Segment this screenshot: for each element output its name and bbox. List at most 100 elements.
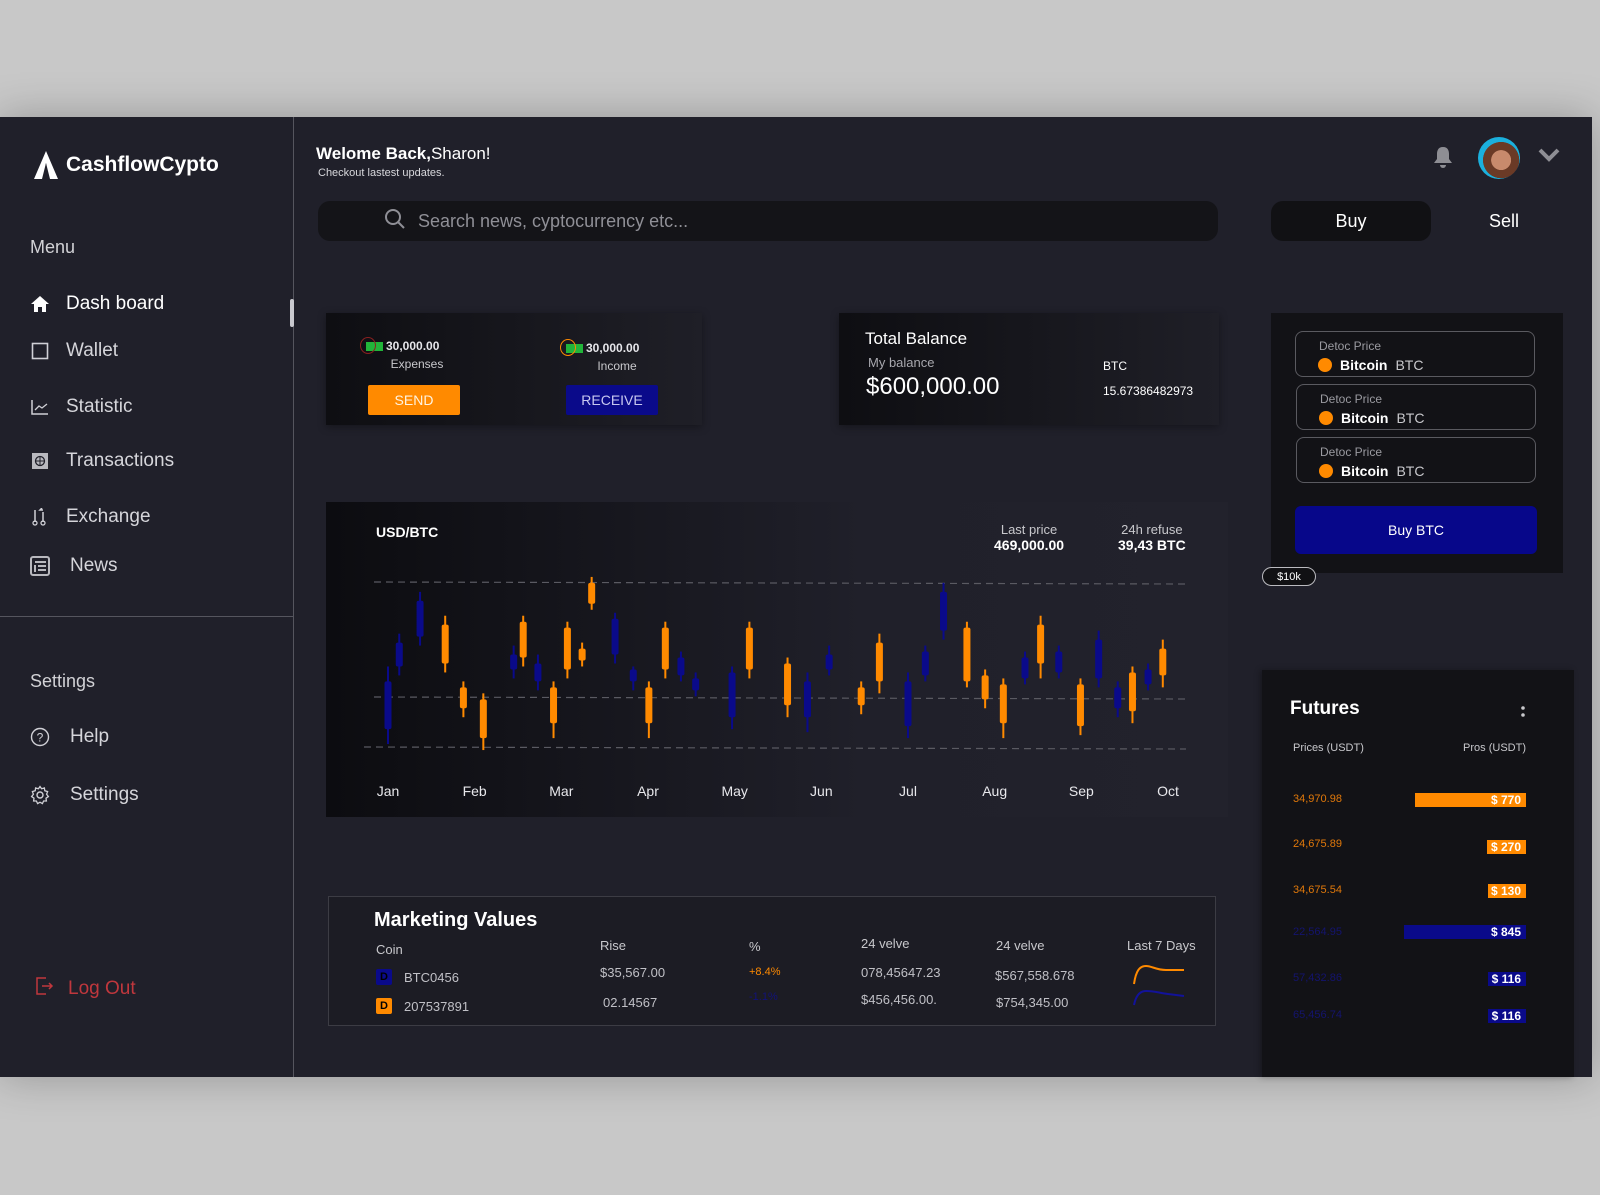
futures-pros-bar: $ 130: [1488, 884, 1526, 898]
sidebar-item-dashboard[interactable]: Dash board: [30, 293, 164, 315]
candle: [661, 621, 669, 679]
chevron-down-icon[interactable]: [1538, 147, 1560, 168]
candle-body: [1114, 687, 1122, 709]
sidebar-item-settings[interactable]: Settings: [30, 784, 139, 806]
total-balance-card: Total Balance My balance $600,000.00 BTC…: [839, 313, 1219, 425]
col-pct: %: [749, 939, 761, 954]
x-tick-label: Apr: [637, 783, 659, 799]
price-label: Detoc Price: [1320, 445, 1383, 459]
coin-ticker: BTC: [1395, 357, 1424, 373]
refuse-value: 39,43 BTC: [1118, 537, 1186, 553]
candle: [745, 621, 753, 679]
candle: [857, 681, 865, 715]
futures-price: 24,675.89: [1293, 838, 1342, 850]
btc-label: BTC: [1103, 359, 1127, 373]
x-tick-label: Jan: [377, 783, 400, 799]
candle-body: [441, 624, 449, 664]
candle: [611, 612, 619, 664]
greeting-bold: Welome Back,: [316, 144, 431, 163]
candle: [395, 633, 403, 676]
candle: [645, 681, 653, 739]
candle-body: [1076, 684, 1084, 727]
settings-title: Settings: [30, 671, 96, 691]
col-last7: Last 7 Days: [1127, 938, 1196, 953]
price-item[interactable]: Detoc Price Bitcoin BTC: [1296, 384, 1536, 430]
sidebar-item-wallet[interactable]: Wallet: [30, 340, 118, 362]
x-tick-label: Oct: [1157, 783, 1179, 799]
futures-pros-bar: $ 270: [1487, 840, 1526, 854]
coin-ticker: BTC: [1396, 410, 1425, 426]
last-price-value: 469,000.00: [994, 537, 1065, 553]
candle-body: [550, 687, 558, 724]
sidebar-scrollbar[interactable]: [290, 299, 294, 327]
candle: [534, 654, 542, 691]
candle: [588, 576, 596, 610]
sidebar-item-help[interactable]: ? Help: [30, 726, 109, 748]
buy-btc-button[interactable]: Buy BTC: [1295, 506, 1537, 554]
sidebar-item-label: Wallet: [66, 340, 119, 361]
income-amount: 30,000.00: [586, 341, 640, 355]
tab-buy[interactable]: Buy: [1271, 201, 1431, 241]
x-tick-label: Mar: [549, 783, 573, 799]
candle: [384, 666, 392, 745]
candle: [692, 672, 700, 697]
chart-icon: [30, 397, 50, 417]
user-avatar[interactable]: [1478, 137, 1520, 179]
refuse-label: 24h refuse: [1121, 522, 1183, 537]
table-row-coin[interactable]: D BTC0456: [376, 969, 459, 985]
price-item[interactable]: Detoc Price Bitcoin BTC: [1296, 437, 1536, 483]
sidebar-item-transactions[interactable]: Transactions: [30, 450, 174, 472]
sidebar-item-label: Transactions: [66, 450, 175, 471]
futures-panel: Futures Prices (USDT) Pros (USDT) 34,970…: [1262, 670, 1574, 1077]
app-window: CashflowCypto Menu Dash board Wallet Sta…: [0, 117, 1592, 1077]
candle: [677, 651, 685, 682]
svg-text:?: ?: [37, 731, 44, 745]
wallet-icon: [30, 341, 50, 361]
refuse-stat: 24h refuse 39,43 BTC: [1118, 522, 1186, 553]
candle-body: [1037, 624, 1045, 664]
x-tick-label: Jul: [899, 783, 917, 799]
notification-bell-icon[interactable]: [1432, 145, 1454, 174]
candle-body: [519, 621, 527, 658]
candle-body: [692, 678, 700, 691]
sidebar-item-statistic[interactable]: Statistic: [30, 396, 133, 418]
candle: [904, 672, 912, 739]
bitcoin-dot-icon: [1319, 411, 1333, 425]
vol2-value: $567,558.678: [995, 968, 1075, 983]
search-bar[interactable]: [318, 201, 1218, 241]
candle-body: [588, 582, 596, 604]
receive-button[interactable]: RECEIVE: [566, 385, 658, 415]
candle-body: [1055, 651, 1063, 673]
candle-body: [745, 627, 753, 670]
logout-label: Log Out: [68, 978, 136, 999]
candle-body: [1144, 669, 1152, 685]
sidebar-item-exchange[interactable]: Exchange: [30, 506, 151, 528]
candle-body: [563, 627, 571, 670]
chart-title: USD/BTC: [376, 524, 439, 540]
logout-button[interactable]: Log Out: [36, 977, 136, 1001]
app-name: CashflowCypto: [66, 153, 219, 176]
candle: [550, 681, 558, 739]
coin-badge-icon: D: [376, 969, 392, 985]
sidebar-item-news[interactable]: News: [30, 555, 118, 577]
candle: [441, 615, 449, 673]
grid-line: [373, 696, 1187, 700]
table-row-coin[interactable]: D 207537891: [376, 998, 469, 1014]
send-button[interactable]: SEND: [368, 385, 460, 415]
candle: [921, 645, 929, 682]
tab-sell[interactable]: Sell: [1460, 201, 1548, 241]
more-options-icon[interactable]: [1520, 704, 1526, 725]
expenses-amount-row: 30,000.00: [360, 337, 472, 354]
candle: [510, 645, 518, 679]
vol1-value: $456,456.00.: [861, 992, 937, 1007]
transactions-icon: [30, 451, 50, 471]
logo[interactable]: CashflowCypto: [34, 151, 219, 179]
candle-body: [728, 672, 736, 718]
col-coin: Coin: [376, 942, 403, 957]
futures-col-prices: Prices (USDT): [1293, 742, 1364, 754]
expenses-label: Expenses: [390, 357, 444, 371]
candle: [1037, 615, 1045, 679]
price-item[interactable]: Detoc Price Bitcoin BTC: [1295, 331, 1535, 377]
candle-body: [999, 684, 1007, 724]
search-input[interactable]: [418, 210, 1138, 232]
